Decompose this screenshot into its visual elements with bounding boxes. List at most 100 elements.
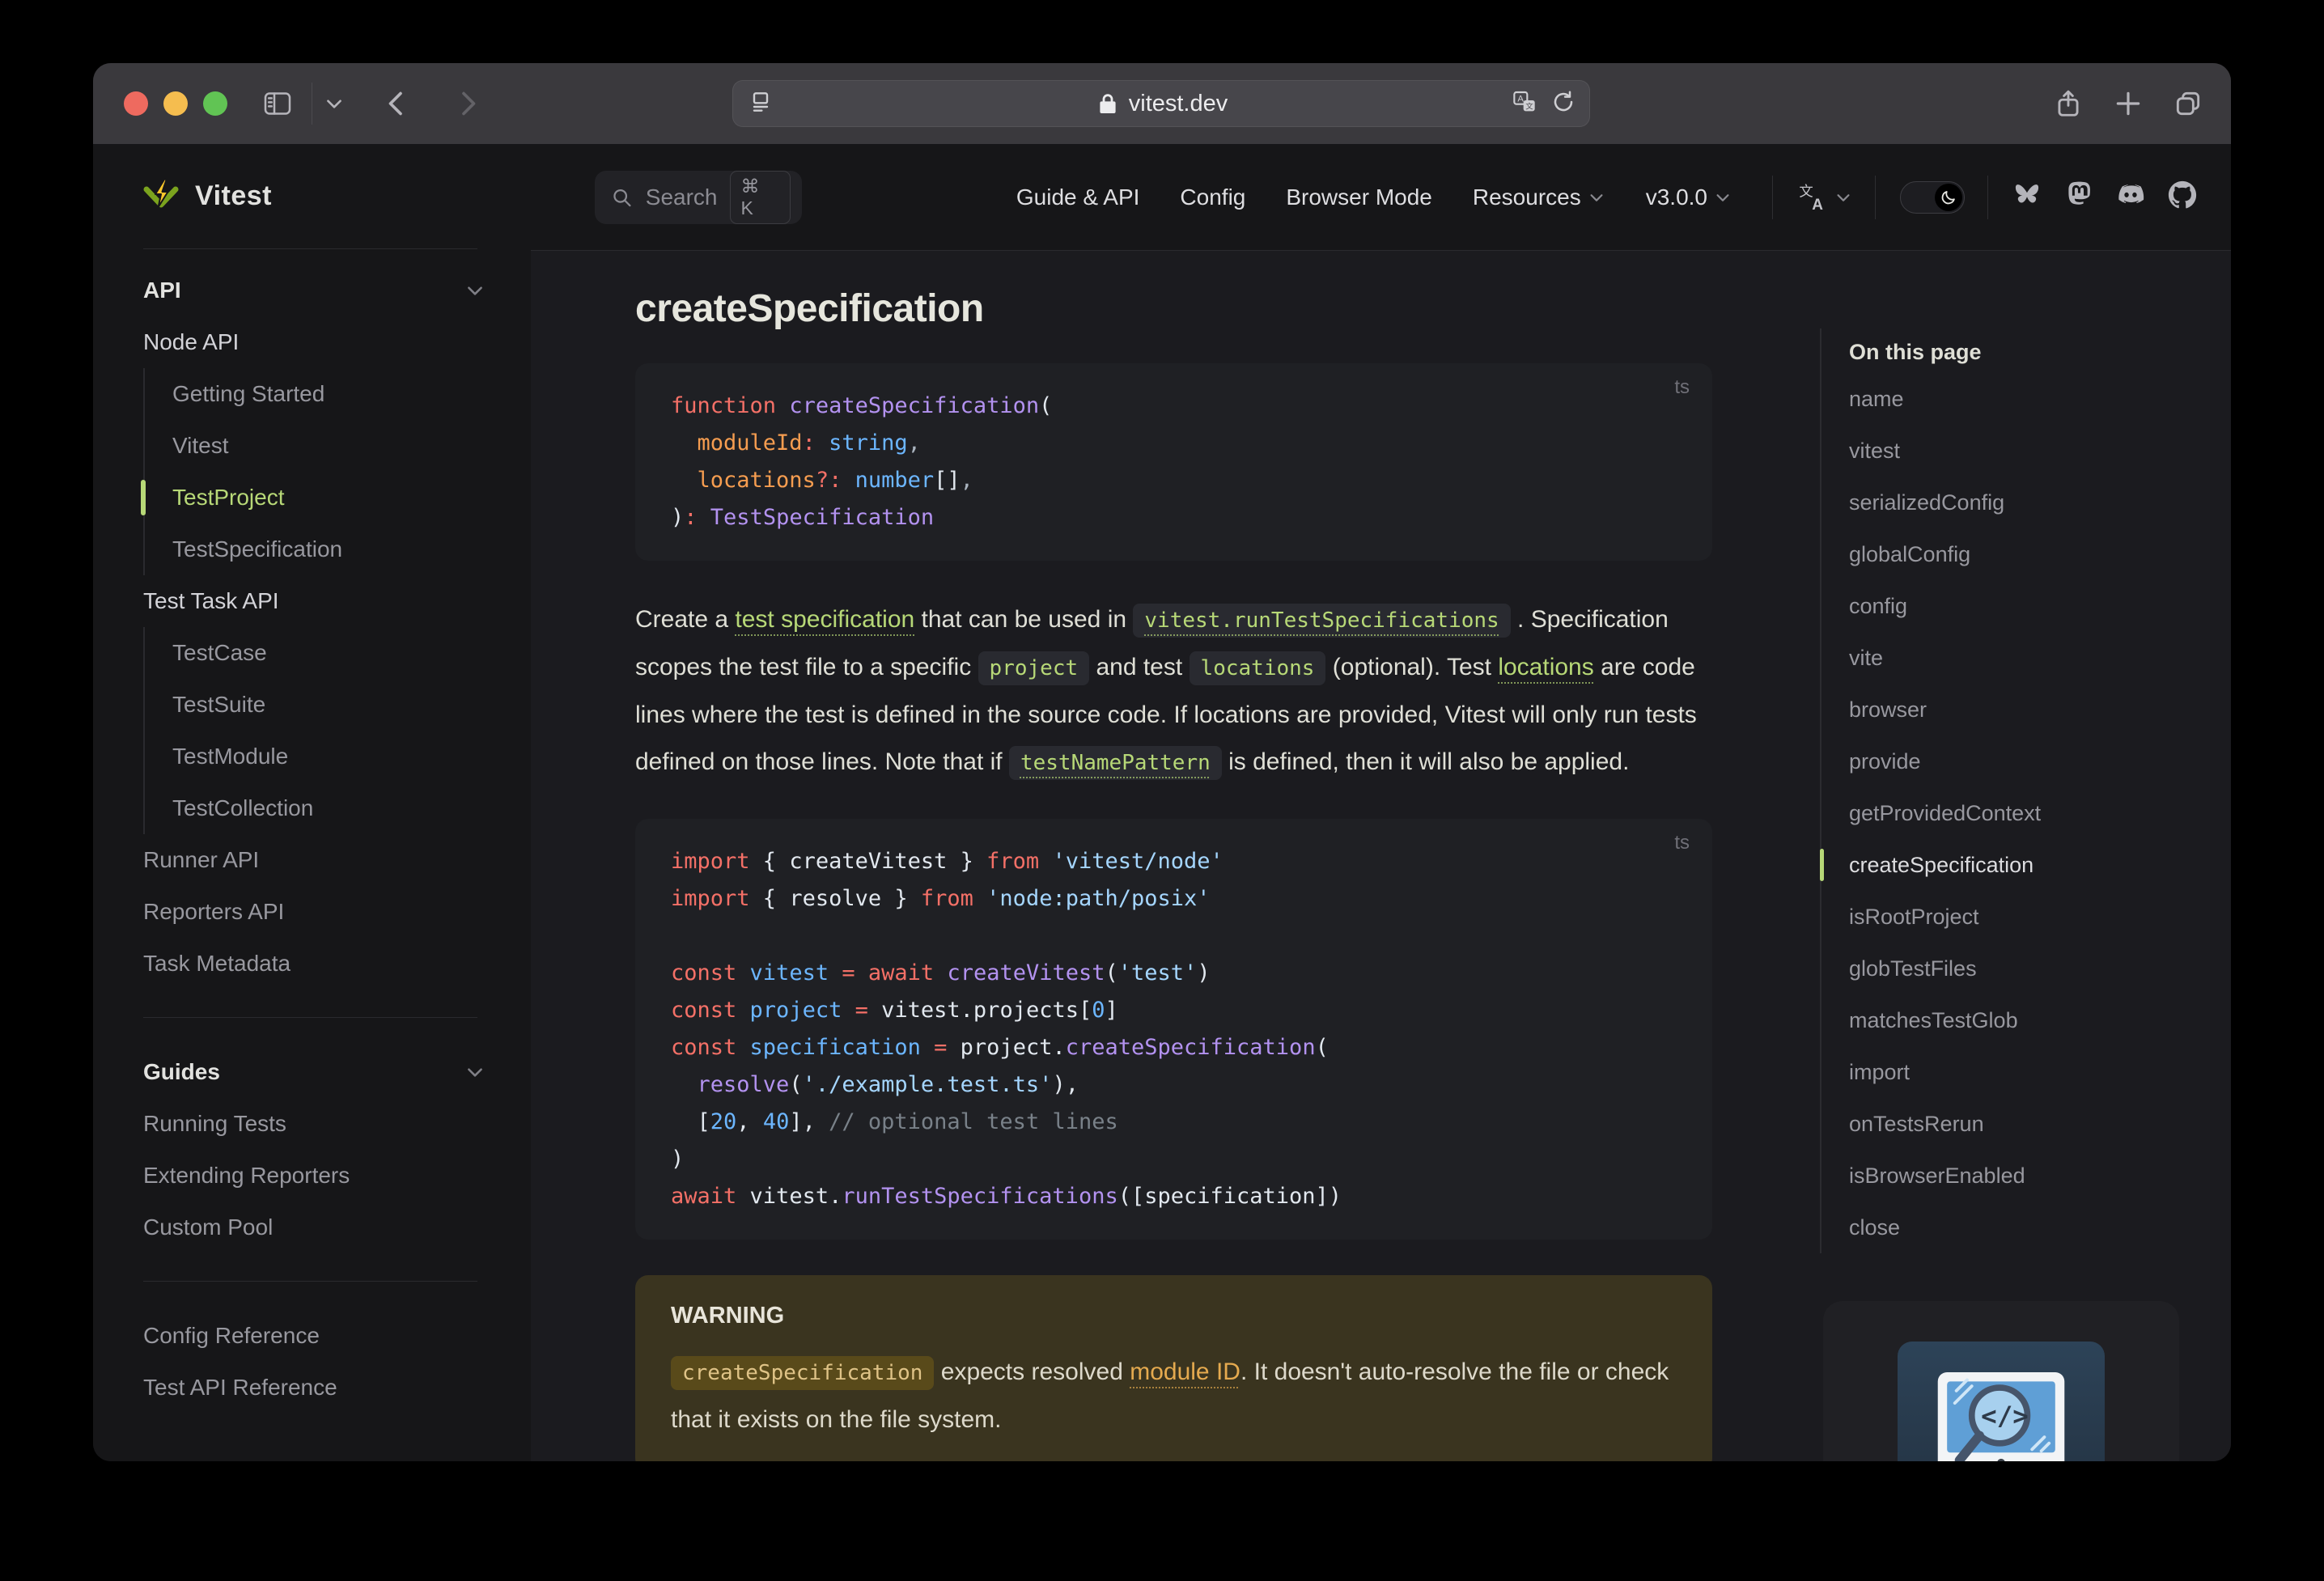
nav-link-browser-mode[interactable]: Browser Mode [1286,184,1432,210]
nav-link-v3-0-0[interactable]: v3.0.0 [1646,184,1732,210]
social-links [2012,180,2197,214]
search-button[interactable]: Search ⌘ K [595,170,802,224]
zoom-window-button[interactable] [203,91,227,116]
sidebar-item-label: Test Task API [143,588,279,613]
toc-item-isrootproject[interactable]: isRootProject [1849,891,2200,943]
sidebar-item-vitest[interactable]: Vitest [93,420,531,472]
toc-item-serializedconfig[interactable]: serializedConfig [1849,477,2200,528]
code-token: = [934,1035,948,1060]
toc-item-createspecification[interactable]: createSpecification [1820,839,2200,891]
sidebar-item-testcase[interactable]: TestCase [93,627,531,679]
sidebar-item-config-reference[interactable]: Config Reference [93,1310,531,1362]
code-line: import { resolve } from 'node:path/posix… [671,880,1677,918]
inline-code: createSpecification [671,1356,935,1390]
mastodon-link[interactable] [2064,180,2093,214]
sidebar-item-node-api[interactable]: Node API [93,316,531,368]
nav-link-guide-api[interactable]: Guide & API [1016,184,1140,210]
nav-link-config[interactable]: Config [1180,184,1245,210]
toc-item-vite[interactable]: vite [1849,632,2200,684]
toc-item-close[interactable]: close [1849,1202,2200,1253]
forward-button[interactable] [452,87,484,120]
sidebar-item-label: TestSuite [172,692,266,717]
discord-link[interactable] [2116,180,2145,214]
toc-item-vitest[interactable]: vitest [1849,425,2200,477]
toc-item-getprovidedcontext[interactable]: getProvidedContext [1849,787,2200,839]
sidebar-item-runner-api[interactable]: Runner API [93,834,531,886]
toc-item-ontestsrerun[interactable]: onTestsRerun [1849,1098,2200,1150]
sidebar-item-label: Running Tests [143,1111,286,1136]
toc-item-import[interactable]: import [1849,1046,2200,1098]
toc-item-browser[interactable]: browser [1849,684,2200,735]
sidebar-item-test-task-api[interactable]: Test Task API [93,575,531,627]
code-token: vitest.projects[ [881,998,1092,1023]
sidebar-item-running-tests[interactable]: Running Tests [93,1098,531,1150]
sidebar-item-testproject[interactable]: TestProject [93,472,531,523]
sponsor-card[interactable]: </> [1823,1301,2179,1461]
sidebar-item-testmodule[interactable]: TestModule [93,731,531,782]
inline-code-link[interactable]: vitest.runTestSpecifications [1133,604,1511,638]
code-line: import { createVitest } from 'vitest/nod… [671,843,1677,880]
inline-code: project [978,651,1090,685]
sidebar-item-task-metadata[interactable]: Task Metadata [93,938,531,990]
sidebar-item-test-api-reference[interactable]: Test API Reference [93,1362,531,1414]
text-run: is defined, then it will also be applied… [1221,748,1630,775]
close-window-button[interactable] [124,91,148,116]
code-language-badge: ts [1674,832,1690,854]
search-label: Search [645,184,718,210]
code-token: 40 [762,1109,790,1134]
toc-item-config[interactable]: config [1849,580,2200,632]
vitest-logo-icon [143,178,179,208]
reload-icon [1554,90,1573,111]
code-token: 0 [1092,998,1105,1023]
main-content: createSpecification ts function createSp… [531,251,2231,1461]
theme-toggle[interactable] [1900,180,1965,214]
sidebar-item-testspecification[interactable]: TestSpecification [93,523,531,575]
github-link[interactable] [2168,180,2197,214]
vitest-logo[interactable]: Vitest [93,144,531,215]
svg-text:文: 文 [1525,101,1533,111]
code-lines: import { createVitest } from 'vitest/nod… [671,843,1677,1215]
reload-button[interactable] [1550,89,1576,119]
toc-item-name[interactable]: name [1849,373,2200,425]
sidebar-item-guides[interactable]: Guides [93,1046,531,1098]
chevron-down-icon [1590,193,1603,201]
sidebar-item-getting-started[interactable]: Getting Started [93,368,531,420]
mastodon-icon [2068,181,2090,205]
inline-link[interactable]: module ID [1130,1358,1240,1385]
tab-overview-button[interactable] [2173,88,2203,119]
inline-link[interactable]: locations [1498,654,1593,680]
inline-code-link[interactable]: testNamePattern [1008,746,1222,780]
code-line: ): TestSpecification [671,499,1677,536]
chevron-down-icon [1716,193,1729,201]
toc-item-matchestestglob[interactable]: matchesTestGlob [1849,994,2200,1046]
sidebar-item-custom-pool[interactable]: Custom Pool [93,1202,531,1253]
code-token: project [749,998,842,1023]
language-menu-button[interactable]: 文 A [1797,182,1852,213]
toc-item-globalconfig[interactable]: globalConfig [1849,528,2200,580]
url-bar[interactable]: vitest.dev A 文 [732,80,1590,127]
sidebar-item-testcollection[interactable]: TestCollection [93,782,531,834]
share-button[interactable] [2053,88,2084,119]
code-token: createSpecification [789,393,1040,418]
sidebar-item-label: Guides [143,1059,220,1084]
sidebar-item-reporters-api[interactable]: Reporters API [93,886,531,938]
code-line: [20, 40], // optional test lines [671,1104,1677,1141]
back-button[interactable] [380,87,413,120]
minimize-window-button[interactable] [163,91,188,116]
toc-item-isbrowserenabled[interactable]: isBrowserEnabled [1849,1150,2200,1202]
code-token: = [855,998,868,1023]
toc-item-globtestfiles[interactable]: globTestFiles [1849,943,2200,994]
toc-item-provide[interactable]: provide [1849,735,2200,787]
code-line: const specification = project.createSpec… [671,1029,1677,1066]
sidebar-toggle-button[interactable] [261,87,294,120]
translate-button[interactable]: A 文 [1512,89,1537,119]
sidebar-item-api[interactable]: API [93,265,531,316]
nav-link-resources[interactable]: Resources [1473,184,1605,210]
bluesky-link[interactable] [2012,180,2042,214]
chevron-down-icon [468,286,482,295]
sidebar-item-extending-reporters[interactable]: Extending Reporters [93,1150,531,1202]
sidebar-menu-button[interactable] [324,93,345,114]
inline-link[interactable]: test specification [735,606,914,633]
sidebar-item-testsuite[interactable]: TestSuite [93,679,531,731]
new-tab-button[interactable] [2113,88,2144,119]
